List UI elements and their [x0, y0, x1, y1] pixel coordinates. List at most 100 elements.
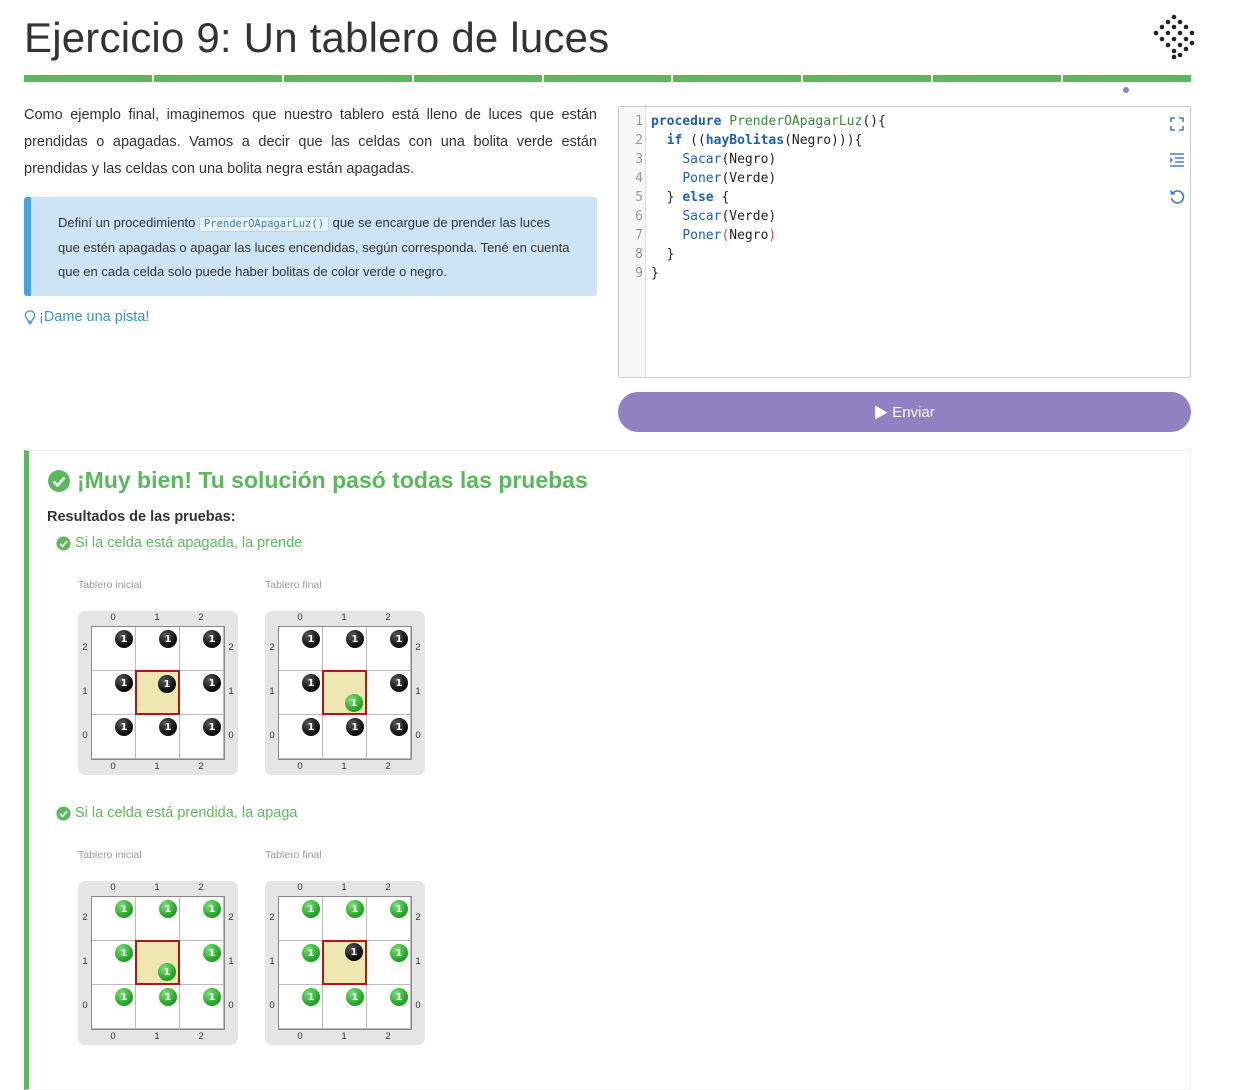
line-number: 2 [635, 133, 643, 148]
black-ball-icon: 1 [346, 630, 364, 648]
black-ball-icon: 1 [159, 630, 177, 648]
page-title: Ejercicio 9: Un tablero de luces [24, 14, 610, 61]
black-ball-icon: 1 [346, 718, 364, 736]
progress-segment[interactable] [413, 75, 542, 82]
board-caption: Tablero final [265, 849, 322, 861]
indent-icon[interactable] [1168, 151, 1186, 169]
test-result-label: Si la celda está apagada, la prende [56, 535, 302, 551]
board-cell: 1 [92, 715, 136, 759]
column-label: 1 [154, 882, 160, 893]
reset-icon[interactable] [1168, 187, 1186, 205]
progress-segment[interactable] [933, 75, 1062, 82]
black-ball-icon: 1 [203, 718, 221, 736]
column-label: 1 [154, 761, 160, 772]
initial-board: 001122221100111111111 [78, 881, 238, 1045]
board-cell: 1 [279, 897, 323, 941]
line-number: 9 [635, 266, 643, 281]
line-number: 6 [635, 209, 643, 224]
progress-segment[interactable] [543, 75, 672, 82]
code-line-4[interactable]: 4 Poner(Verde) [619, 169, 1190, 188]
board-cell: 1 [92, 671, 136, 715]
board-cell: 1 [180, 627, 224, 671]
progress-segment[interactable] [24, 75, 152, 82]
success-title-text: ¡Muy bien! Tu solución pasó todas las pr… [77, 467, 588, 493]
green-ball-icon: 1 [115, 988, 133, 1006]
exercise-description: Como ejemplo final, imaginemos que nuest… [24, 107, 597, 177]
green-ball-icon: 1 [390, 944, 408, 962]
black-ball-icon: 1 [115, 718, 133, 736]
board-cell: 1 [367, 627, 411, 671]
progress-segment[interactable] [803, 75, 932, 82]
board-cell: 1 [180, 671, 224, 715]
row-label: 2 [228, 642, 234, 653]
green-ball-icon: 1 [115, 900, 133, 918]
row-label: 2 [82, 642, 88, 653]
board-cell: 1 [279, 671, 323, 715]
black-ball-icon: 1 [115, 630, 133, 648]
code-line-3[interactable]: 3 Sacar(Negro) [619, 150, 1190, 169]
line-number: 7 [635, 228, 643, 243]
row-label: 0 [228, 1000, 234, 1011]
final-board: 001122221100111111111 [265, 881, 425, 1045]
black-ball-icon: 1 [158, 675, 176, 693]
board-grid: 1 1 1 1 1 1 1 1 1 [278, 896, 412, 1030]
green-ball-icon: 1 [302, 900, 320, 918]
code-line-9[interactable]: 9} [619, 264, 1190, 283]
board-cell: 1 [367, 897, 411, 941]
mumuki-logo-icon[interactable] [1152, 14, 1196, 60]
board-caption: Tablero inicial [78, 849, 142, 861]
check-circle-icon [56, 805, 71, 821]
code-line-1[interactable]: 1 procedure PrenderOApagarLuz(){ [619, 112, 1190, 131]
board-grid: 1 1 1 1 1 1 1 1 1 [278, 626, 412, 760]
board-cell: 1 [92, 897, 136, 941]
black-ball-icon: 1 [345, 943, 363, 961]
code-line-2[interactable]: 2 if ((hayBolitas(Negro))){ [619, 131, 1190, 150]
board-cell: 1 [136, 715, 180, 759]
initial-board: 001122221100111111111 [78, 611, 238, 775]
code-line-8[interactable]: 8 } [619, 245, 1190, 264]
board-grid: 1 1 1 1 1 1 1 1 1 [91, 626, 225, 760]
board-cell: 1 [180, 897, 224, 941]
row-label: 0 [82, 730, 88, 741]
code-line-7[interactable]: 7 Poner(Negro) [619, 226, 1190, 245]
row-label: 2 [415, 642, 421, 653]
code-line-5[interactable]: 5 } else { [619, 188, 1190, 207]
green-ball-icon: 1 [302, 988, 320, 1006]
hint-label: ¡Dame una pista! [39, 309, 150, 325]
column-label: 0 [297, 612, 303, 623]
fullscreen-icon[interactable] [1168, 115, 1186, 133]
column-label: 1 [154, 1031, 160, 1042]
line-number: 1 [635, 114, 643, 129]
black-ball-icon: 1 [115, 674, 133, 692]
green-ball-icon: 1 [346, 900, 364, 918]
row-label: 0 [269, 730, 275, 741]
results-label: Resultados de las pruebas: [47, 509, 236, 525]
black-ball-icon: 1 [159, 718, 177, 736]
board-cell: 1 [323, 627, 367, 671]
progress-segment[interactable] [1063, 75, 1192, 82]
column-label: 1 [154, 612, 160, 623]
column-label: 2 [385, 1031, 391, 1042]
progress-segment[interactable] [283, 75, 412, 82]
column-label: 0 [297, 1031, 303, 1042]
code-editor[interactable]: 1 procedure PrenderOApagarLuz(){ 2 if ((h… [618, 106, 1191, 378]
board-cell: 1 [279, 941, 323, 985]
hint-link[interactable]: ¡Dame una pista! [24, 309, 149, 325]
code-line-6[interactable]: 6 Sacar(Verde) [619, 207, 1190, 226]
progress-segment[interactable] [673, 75, 802, 82]
board-cell: 1 [180, 941, 224, 985]
submit-label: Enviar [892, 403, 935, 421]
head-cell: 1 [322, 940, 367, 985]
submit-button[interactable]: Enviar [618, 392, 1191, 432]
row-label: 0 [82, 1000, 88, 1011]
column-label: 2 [385, 612, 391, 623]
board-cell: 1 [323, 985, 367, 1029]
board-cell: 1 [323, 897, 367, 941]
board-cell: 1 [92, 627, 136, 671]
board-grid: 1 1 1 1 1 1 1 1 1 [91, 896, 225, 1030]
progress-segment[interactable] [153, 75, 282, 82]
column-label: 0 [110, 1031, 116, 1042]
green-ball-icon: 1 [302, 944, 320, 962]
exercise-progress-bar[interactable] [24, 75, 1192, 83]
green-ball-icon: 1 [203, 900, 221, 918]
